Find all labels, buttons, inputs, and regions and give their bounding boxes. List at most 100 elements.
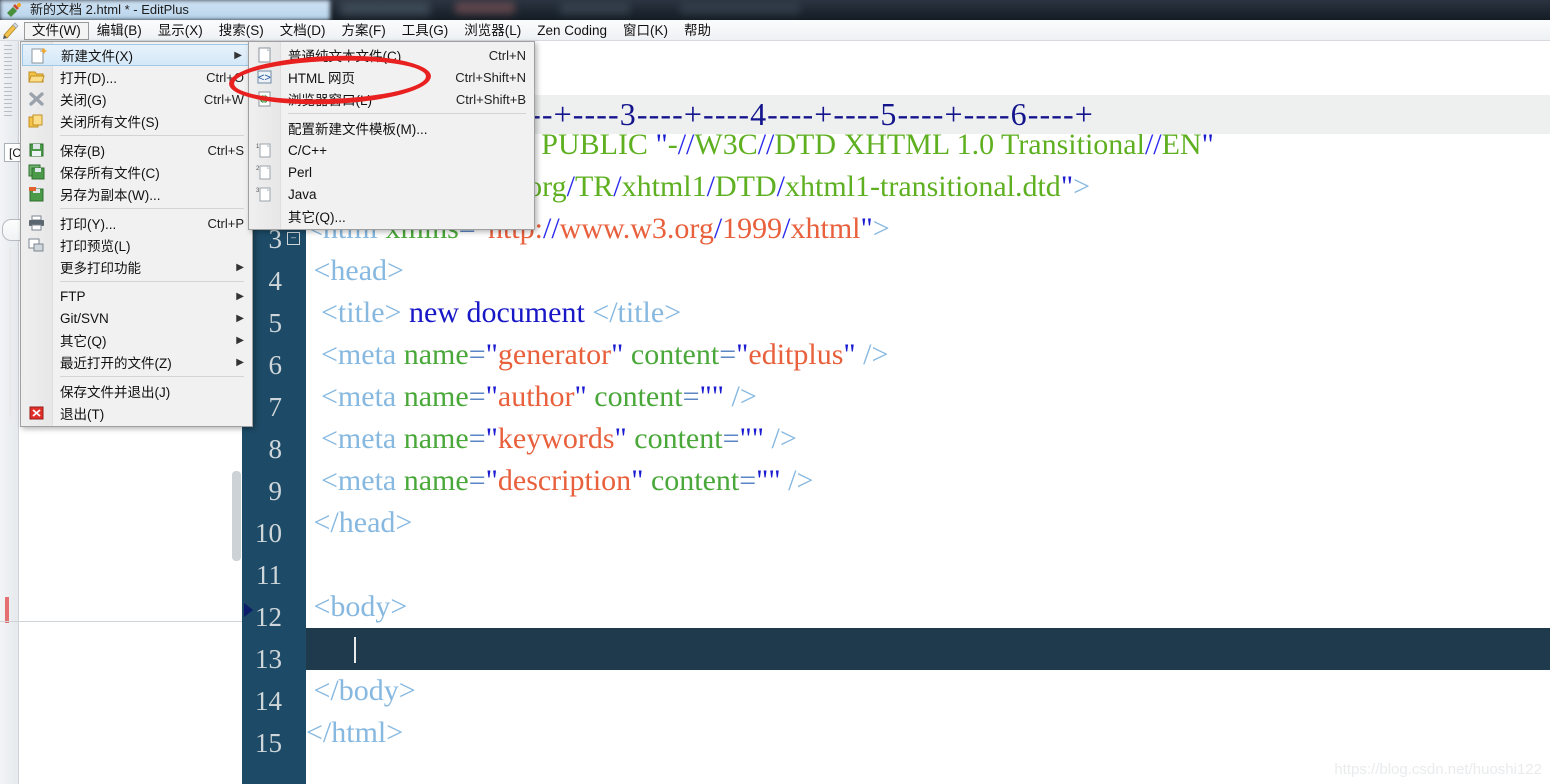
title-bar-blur-region-1	[340, 2, 430, 16]
code-line-3: <head>	[313, 254, 404, 287]
menu-entry-open[interactable]: 打开(D)... Ctrl+O	[21, 66, 252, 88]
menu-separator	[60, 376, 244, 377]
code-content[interactable]: <!DOCTYPE html PUBLIC "-//W3C//DTD XHTML…	[306, 134, 1550, 784]
submenu-entry-configure-templates[interactable]: 配置新建文件模板(M)...	[249, 117, 534, 139]
menu-item-edit[interactable]: 编辑(B)	[89, 22, 150, 40]
menu-entry-save-copy-as[interactable]: 另存为副本(W)...	[21, 183, 252, 205]
menu-entry-git-svn[interactable]: Git/SVN ▶	[21, 307, 252, 329]
submenu-separator	[288, 113, 526, 114]
submenu-label: HTML 网页	[288, 71, 355, 86]
menu-shortcut: Ctrl+W	[203, 91, 244, 107]
code-line-4: <title> new document </title>	[321, 296, 682, 329]
menu-item-file[interactable]: 文件(W)	[24, 21, 89, 40]
submenu-entry-browser-window[interactable]: 浏览器窗口(L) Ctrl+Shift+B	[249, 88, 534, 110]
exit-icon	[29, 406, 44, 420]
menu-label: 打印(Y)...	[60, 217, 117, 232]
menu-shortcut: Ctrl+P	[207, 215, 244, 231]
sidebar-grip-1[interactable]	[4, 45, 12, 79]
code-line-14: </html>	[306, 716, 404, 749]
fold-marker-line3[interactable]: –	[287, 232, 300, 245]
menu-entry-other[interactable]: 其它(Q) ▶	[21, 329, 252, 351]
menu-entry-print[interactable]: 打印(Y)... Ctrl+P	[21, 212, 252, 234]
line-number: 10	[255, 518, 282, 548]
sidebar-status-marker	[5, 597, 9, 623]
menu-entry-close-all[interactable]: 关闭所有文件(S)	[21, 110, 252, 132]
print-preview-icon	[28, 238, 44, 252]
submenu-entry-other[interactable]: 其它(Q)...	[249, 205, 534, 227]
menu-entry-print-preview[interactable]: 打印预览(L)	[21, 234, 252, 256]
code-line-13: </body>	[313, 674, 416, 707]
menu-item-help[interactable]: 帮助	[676, 22, 719, 40]
code-line-5: <meta name="generator" content="editplus…	[321, 338, 889, 371]
menu-item-window[interactable]: 窗口(K)	[615, 22, 676, 40]
menu-item-project[interactable]: 方案(F)	[333, 22, 393, 40]
title-bar-blur-region-4	[680, 3, 800, 15]
line-number: 13	[255, 644, 282, 674]
submenu-entry-perl[interactable]: 2 Perl	[249, 161, 534, 183]
menu-entry-exit[interactable]: 退出(T)	[21, 402, 252, 424]
close-x-icon	[29, 92, 44, 106]
line-number: 11	[256, 560, 282, 590]
submenu-label: 其它(Q)...	[288, 210, 346, 225]
menu-item-tools[interactable]: 工具(G)	[394, 22, 457, 40]
menu-entry-save[interactable]: 保存(B) Ctrl+S	[21, 139, 252, 161]
line-number: 9	[268, 476, 283, 506]
code-line-6: <meta name="author" content="" />	[321, 380, 757, 413]
code-line-9: </head>	[313, 506, 413, 539]
menu-item-search[interactable]: 搜索(S)	[211, 22, 272, 40]
line-number: 8	[268, 434, 283, 464]
menu-item-browser[interactable]: 浏览器(L)	[456, 22, 529, 40]
title-bar-blur-region-3	[560, 3, 630, 15]
menu-item-view[interactable]: 显示(X)	[150, 22, 211, 40]
menu-entry-ftp[interactable]: FTP ▶	[21, 285, 252, 307]
submenu-entry-html-page[interactable]: <> HTML 网页 Ctrl+Shift+N	[249, 66, 534, 88]
svg-text:1: 1	[256, 144, 260, 150]
menu-entry-close[interactable]: 关闭(G) Ctrl+W	[21, 88, 252, 110]
submenu-arrow-icon: ▶	[236, 356, 244, 368]
sidebar-grip-2[interactable]	[4, 83, 12, 117]
menu-entry-save-and-exit[interactable]: 保存文件并退出(J)	[21, 380, 252, 402]
menu-separator	[60, 135, 244, 136]
menu-entry-new-file[interactable]: 新建文件(X) ▶	[22, 44, 251, 66]
save-as-icon	[29, 187, 44, 202]
menu-label: 关闭(G)	[60, 93, 107, 108]
new-file-icon	[31, 48, 47, 64]
plain-text-icon	[258, 47, 271, 63]
save-icon	[29, 143, 44, 157]
menu-label: 关闭所有文件(S)	[60, 115, 159, 130]
menu-entry-save-all[interactable]: 保存所有文件(C)	[21, 161, 252, 183]
doc-2-icon: 2	[256, 165, 271, 180]
sidebar-divider	[0, 621, 242, 622]
menu-label: 保存文件并退出(J)	[60, 385, 171, 400]
new-file-submenu[interactable]: 普通纯文本文件(C) Ctrl+N <> HTML 网页 Ctrl+Shift+…	[248, 41, 535, 230]
file-dropdown-menu[interactable]: 新建文件(X) ▶ 打开(D)... Ctrl+O 关闭(G) Ctrl+W 关…	[20, 41, 253, 427]
code-line-8: <meta name="description" content="" />	[321, 464, 814, 497]
menu-label: 打印预览(L)	[60, 239, 131, 254]
menu-bar: 文件(W) 编辑(B) 显示(X) 搜索(S) 文档(D) 方案(F) 工具(G…	[0, 20, 1550, 41]
code-line-12-current	[306, 628, 1550, 670]
submenu-shortcut: Ctrl+Shift+N	[455, 69, 526, 85]
menu-item-zen-coding[interactable]: Zen Coding	[529, 22, 615, 40]
submenu-arrow-icon: ▶	[236, 290, 244, 302]
title-bar: 新的文档 2.html * - EditPlus	[0, 0, 1550, 20]
menu-entry-more-print[interactable]: 更多打印功能 ▶	[21, 256, 252, 278]
menu-separator	[60, 281, 244, 282]
submenu-entry-java[interactable]: 3 Java	[249, 183, 534, 205]
menu-entry-recent-files[interactable]: 最近打开的文件(Z) ▶	[21, 351, 252, 373]
code-line-11: <body>	[313, 590, 408, 623]
submenu-arrow-icon: ▶	[236, 334, 244, 346]
submenu-arrow-icon: ▶	[236, 261, 244, 273]
submenu-entry-plain-text[interactable]: 普通纯文本文件(C) Ctrl+N	[249, 44, 534, 66]
current-line-marker	[244, 603, 253, 617]
submenu-entry-c-cpp[interactable]: 1 C/C++	[249, 139, 534, 161]
menu-item-document[interactable]: 文档(D)	[272, 22, 334, 40]
menu-label: 其它(Q)	[60, 334, 107, 349]
line-number: 15	[255, 728, 282, 758]
submenu-label: Perl	[288, 164, 313, 180]
title-bar-blur-region-2	[455, 2, 515, 14]
submenu-arrow-icon: ▶	[236, 312, 244, 324]
pencil-icon	[0, 20, 24, 40]
svg-text:3: 3	[256, 188, 260, 194]
svg-text:2: 2	[256, 166, 260, 172]
